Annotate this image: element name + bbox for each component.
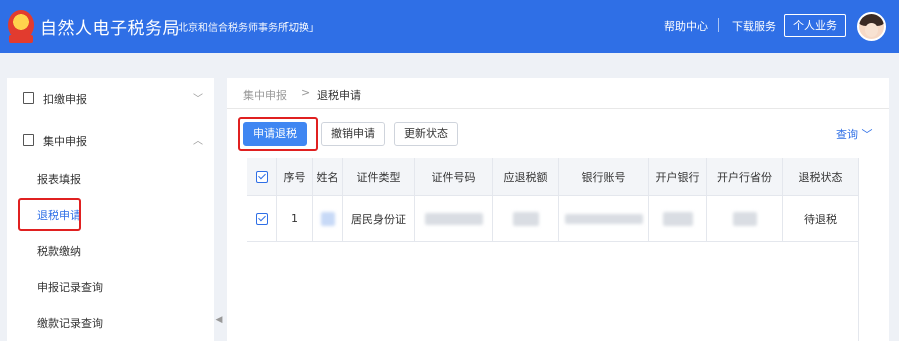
- highlight-box-button: [238, 117, 318, 151]
- checkbox-checked-icon[interactable]: [255, 170, 268, 183]
- main-panel: 集中申报 > 退税申请 申请退税 撤销申请 更新状态 查询 ﹀ 序号 姓名 证件…: [227, 78, 889, 341]
- chevron-up-icon: ︿: [193, 136, 203, 147]
- sidebar-item-label: 报表填报: [37, 173, 81, 186]
- col-header: 开户行省份: [707, 158, 783, 195]
- row-checkbox-cell[interactable]: [247, 196, 277, 241]
- download-service-link[interactable]: 下载服务: [732, 18, 776, 34]
- breadcrumb-separator-icon: >: [301, 86, 311, 99]
- chevron-down-icon: ﹀: [193, 94, 203, 105]
- cell-refund-status: 待退税: [804, 212, 837, 226]
- col-header: 退税状态: [798, 170, 843, 184]
- collapse-sidebar-icon[interactable]: ◀: [214, 308, 224, 332]
- select-all-checkbox-cell[interactable]: [247, 158, 277, 195]
- checkbox-checked-icon[interactable]: [255, 212, 268, 225]
- breadcrumb-parent[interactable]: 集中申报: [243, 87, 287, 103]
- sidebar-item-label: 申报记录查询: [37, 281, 103, 294]
- sidebar-item-payment-records[interactable]: 缴款记录查询: [7, 304, 214, 340]
- col-header: 证件类型: [343, 158, 415, 195]
- sidebar-group-centralized[interactable]: 集中申报 ︿: [7, 120, 214, 160]
- logo-ribbon: [9, 35, 33, 43]
- update-status-button[interactable]: 更新状态: [394, 122, 458, 146]
- cell-id-number-redacted: [415, 196, 493, 241]
- col-header: 证件号码: [415, 158, 493, 195]
- col-header: 姓名: [313, 158, 343, 195]
- query-toggle[interactable]: 查询 ﹀: [836, 126, 873, 142]
- col-header: 应退税额: [493, 158, 559, 195]
- help-center-link[interactable]: 帮助中心: [664, 18, 708, 34]
- cell-bank-account-redacted: [559, 196, 649, 241]
- sidebar-item-label: 税款缴纳: [37, 245, 81, 258]
- avatar-face: [865, 23, 878, 37]
- sidebar-item-report-fill[interactable]: 报表填报: [7, 160, 214, 196]
- sidebar-item-tax-payment[interactable]: 税款缴纳: [7, 232, 214, 268]
- table-header: 序号 姓名 证件类型 证件号码 应退税额 银行账号 开户银行 开户行省份 退税状…: [247, 158, 858, 196]
- avatar[interactable]: [857, 12, 886, 41]
- revoke-application-button[interactable]: 撤销申请: [321, 122, 385, 146]
- sidebar-group-withholding[interactable]: 扣缴申报 ﹀: [7, 78, 214, 118]
- document-icon: [23, 92, 34, 104]
- cell-index: 1: [277, 196, 313, 241]
- cell-bank-name-redacted: [649, 196, 707, 241]
- calendar-icon: [23, 134, 34, 146]
- cell-name-redacted: [313, 196, 343, 241]
- cell-bank-province-redacted: [707, 196, 783, 241]
- col-header: 开户银行: [649, 158, 707, 195]
- sidebar-item-label: 缴款记录查询: [37, 317, 103, 330]
- divider: [227, 108, 889, 109]
- top-header: 自然人电子税务局 北京和信合税务师事务所... 「切换」 帮助中心 下载服务 个…: [0, 0, 899, 53]
- cell-refund-amount-redacted: [493, 196, 559, 241]
- header-divider: [718, 18, 719, 32]
- breadcrumb-current: 退税申请: [317, 89, 361, 102]
- table-right-border: [858, 158, 859, 341]
- table-row[interactable]: 1 居民身份证 待退税: [247, 196, 858, 242]
- sidebar-group-label: 集中申报: [43, 135, 87, 148]
- sidebar-group-label: 扣缴申报: [43, 93, 87, 106]
- switch-firm-link[interactable]: 「切换」: [279, 19, 319, 34]
- cell-id-type: 居民身份证: [343, 196, 415, 241]
- highlight-box-sidebar: [18, 198, 81, 231]
- app-title: 自然人电子税务局: [40, 19, 180, 39]
- sidebar-item-declaration-records[interactable]: 申报记录查询: [7, 268, 214, 304]
- personal-business-button[interactable]: 个人业务: [784, 14, 846, 37]
- col-header: 序号: [277, 158, 313, 195]
- col-header: 银行账号: [559, 158, 649, 195]
